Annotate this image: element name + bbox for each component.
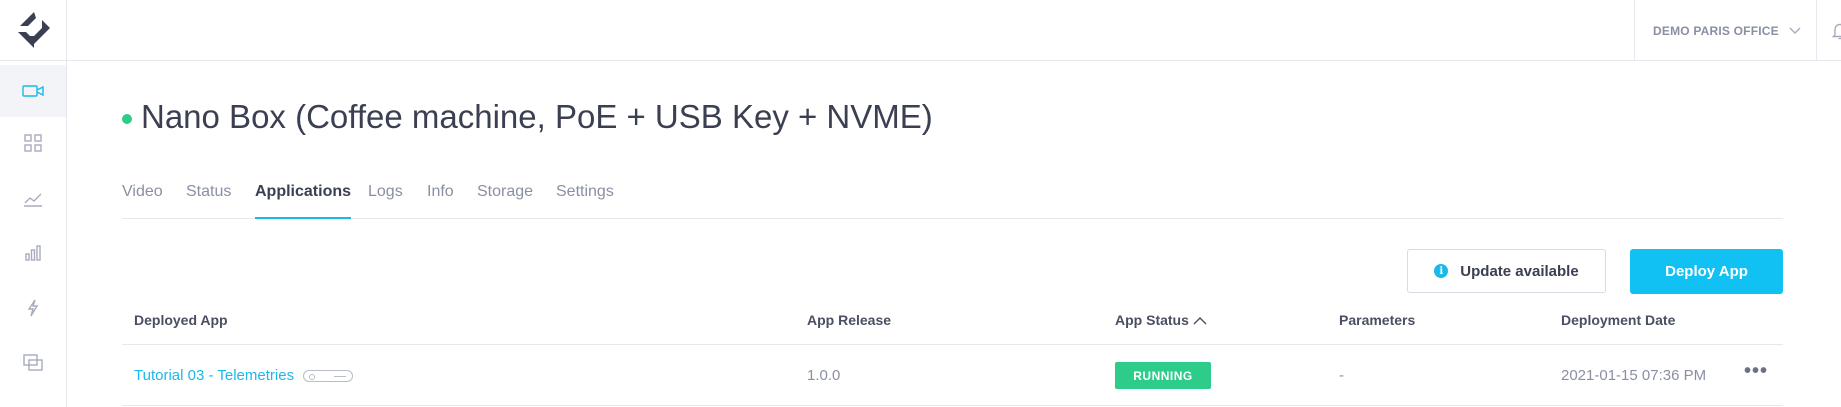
column-header-parameters[interactable]: Parameters: [1339, 312, 1415, 328]
brand-logo-icon[interactable]: [0, 0, 67, 61]
update-available-label: Update available: [1460, 262, 1579, 280]
top-header: DEMO PARIS OFFICE: [67, 0, 1841, 61]
sidebar: [0, 0, 67, 407]
sort-ascending-icon: [1193, 316, 1207, 324]
chevron-down-icon: [1789, 27, 1801, 34]
sidebar-item-devices[interactable]: [0, 337, 66, 389]
app-release: 1.0.0: [807, 367, 841, 384]
app-name: Tutorial 03 - Telemetries: [134, 367, 295, 384]
device-tabs: Video Status Applications Logs Info Stor…: [122, 175, 1783, 219]
tab-settings[interactable]: Settings: [556, 183, 614, 219]
table-row: Tutorial 03 - Telemetries 1.0.0 RUNNING …: [122, 345, 1783, 406]
column-header-app-release[interactable]: App Release: [807, 312, 891, 328]
lightning-icon: [27, 299, 39, 317]
column-header-deployment-date[interactable]: Deployment Date: [1561, 312, 1675, 328]
table-header: Deployed App App Release App Status Para…: [122, 300, 1783, 345]
deploy-app-button[interactable]: Deploy App: [1630, 249, 1783, 294]
more-horizontal-icon[interactable]: •••: [1744, 361, 1768, 381]
bar-chart-icon: [25, 245, 41, 261]
app-toggle-icon[interactable]: [303, 369, 354, 382]
app-link[interactable]: Tutorial 03 - Telemetries: [134, 367, 354, 384]
sidebar-item-events[interactable]: [0, 282, 66, 334]
bell-icon: [1831, 23, 1841, 39]
video-camera-icon: [22, 85, 44, 97]
page-title: Nano Box (Coffee machine, PoE + USB Key …: [141, 98, 933, 135]
status-badge: RUNNING: [1115, 362, 1211, 389]
tab-video[interactable]: Video: [122, 183, 163, 219]
app-parameters: -: [1339, 367, 1344, 384]
tab-logs[interactable]: Logs: [368, 183, 403, 219]
trend-line-icon: [24, 193, 42, 207]
device-status-dot: [122, 114, 132, 124]
update-available-button[interactable]: i Update available: [1407, 249, 1606, 293]
sidebar-item-analytics[interactable]: [0, 173, 66, 225]
windows-icon: [23, 354, 43, 371]
deployed-apps-table: Deployed App App Release App Status Para…: [122, 300, 1783, 406]
app-root: DEMO PARIS OFFICE Nano Box (Coffee machi…: [0, 0, 1841, 407]
column-header-app-status-label: App Status: [1115, 312, 1189, 328]
tab-status[interactable]: Status: [186, 183, 231, 219]
organization-label: DEMO PARIS OFFICE: [1653, 23, 1779, 38]
tab-info[interactable]: Info: [427, 183, 454, 219]
column-header-app-status[interactable]: App Status: [1115, 312, 1207, 328]
device-header: Nano Box (Coffee machine, PoE + USB Key …: [122, 98, 933, 136]
sidebar-item-dashboard[interactable]: [0, 117, 66, 169]
tab-applications[interactable]: Applications: [255, 183, 352, 219]
column-header-deployed-app[interactable]: Deployed App: [134, 312, 228, 328]
organization-selector[interactable]: DEMO PARIS OFFICE: [1634, 0, 1816, 61]
sidebar-item-video[interactable]: [0, 65, 66, 117]
deployment-date: 2021-01-15 07:36 PM: [1561, 367, 1707, 384]
grid-icon: [24, 134, 42, 152]
tab-storage[interactable]: Storage: [477, 183, 533, 219]
sidebar-item-reports[interactable]: [0, 227, 66, 279]
info-icon: i: [1434, 264, 1449, 278]
notifications-button[interactable]: [1816, 0, 1841, 61]
